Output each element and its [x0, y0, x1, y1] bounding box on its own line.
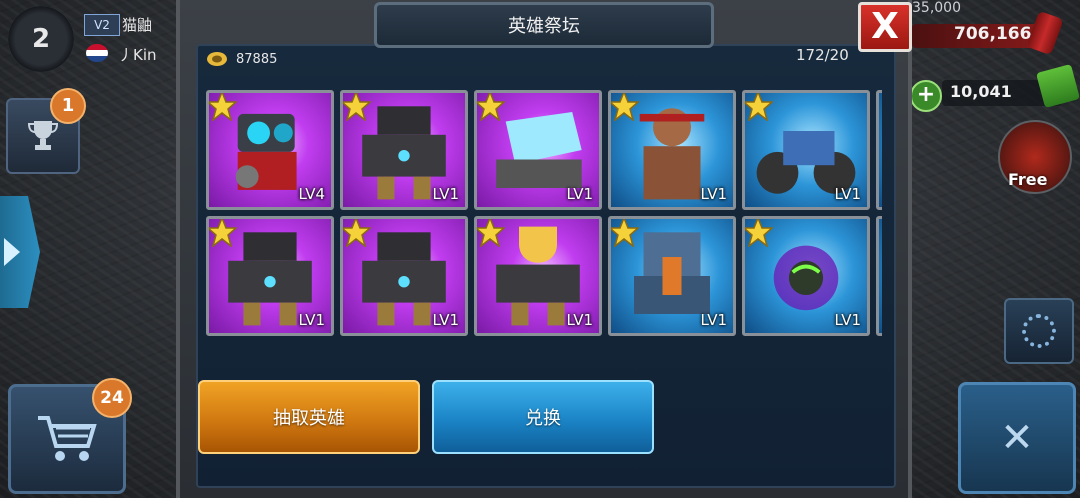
star-icon	[209, 93, 237, 121]
hero-card[interactable]: LV1	[340, 90, 468, 210]
draw-hero-button[interactable]: 抽取英雄	[198, 380, 420, 454]
star-icon	[745, 219, 773, 247]
hero-level: LV1	[298, 311, 325, 329]
hero-card[interactable]: LV1	[340, 216, 468, 336]
add-cash-button[interactable]: +	[910, 80, 942, 112]
hero-card[interactable]: LV1	[742, 216, 870, 336]
hero-level: LV1	[834, 311, 861, 329]
star-icon	[477, 93, 505, 121]
battle-button[interactable]: ✕	[958, 382, 1076, 494]
close-button[interactable]: X	[858, 2, 912, 52]
flag-icon	[86, 44, 108, 62]
hero-capacity: 172/20	[796, 46, 849, 64]
hero-card[interactable]: LV1	[742, 90, 870, 210]
hero-level: LV1	[432, 311, 459, 329]
cash-amount: 10,041	[950, 82, 1012, 101]
star-icon	[343, 219, 371, 247]
player-level-badge[interactable]: 2	[8, 6, 74, 72]
medal-currency-icon	[207, 52, 227, 66]
arrow-right-icon	[4, 238, 20, 266]
star-icon	[745, 93, 773, 121]
close-icon: X	[871, 6, 899, 47]
hero-portrait	[879, 93, 882, 207]
hero-card-partial[interactable]	[876, 90, 882, 210]
vip-badge: V2	[84, 14, 120, 36]
hero-card[interactable]: LV1	[474, 90, 602, 210]
star-icon	[343, 93, 371, 121]
gear-icon	[1022, 314, 1056, 348]
currency-amount: 87885	[236, 52, 278, 67]
hero-level: LV1	[566, 311, 593, 329]
hero-card-partial[interactable]	[876, 216, 882, 336]
star-icon	[477, 219, 505, 247]
hero-level: LV1	[432, 185, 459, 203]
trophy-icon	[28, 121, 58, 150]
oil-amount: 706,166	[954, 24, 1032, 44]
star-icon	[611, 219, 639, 247]
crossed-rifles-icon: ✕	[1000, 415, 1034, 461]
hero-level: LV1	[834, 185, 861, 203]
shop-notification-badge: 24	[92, 378, 132, 418]
trophy-notification-badge: 1	[50, 88, 86, 124]
player-name: 猫鼬	[122, 16, 153, 34]
hero-level: LV1	[566, 185, 593, 203]
star-icon	[209, 219, 237, 247]
hero-level: LV1	[700, 311, 727, 329]
free-label: Free	[1008, 170, 1048, 189]
hero-level: LV4	[298, 185, 325, 203]
hero-card[interactable]: LV1	[206, 216, 334, 336]
hero-level: LV1	[700, 185, 727, 203]
hero-card[interactable]: LV1	[608, 90, 736, 210]
resource-capacity: 35,000	[912, 0, 961, 16]
exchange-button[interactable]: 兑换	[432, 380, 654, 454]
player-level: 2	[31, 24, 51, 54]
star-icon	[611, 93, 639, 121]
hero-portrait	[879, 219, 882, 333]
clan-name: 丿Kin	[118, 46, 157, 64]
cart-icon	[38, 416, 97, 461]
hero-card[interactable]: LV1	[608, 216, 736, 336]
dialog-title: 英雄祭坛	[374, 2, 714, 48]
hero-card[interactable]: LV4	[206, 90, 334, 210]
hero-card-grid: LV4 LV1 LV1 LV1 LV1 LV1 LV1 LV1 LV1 LV1	[206, 90, 882, 340]
hero-card[interactable]: LV1	[474, 216, 602, 336]
settings-button[interactable]	[1004, 298, 1074, 364]
